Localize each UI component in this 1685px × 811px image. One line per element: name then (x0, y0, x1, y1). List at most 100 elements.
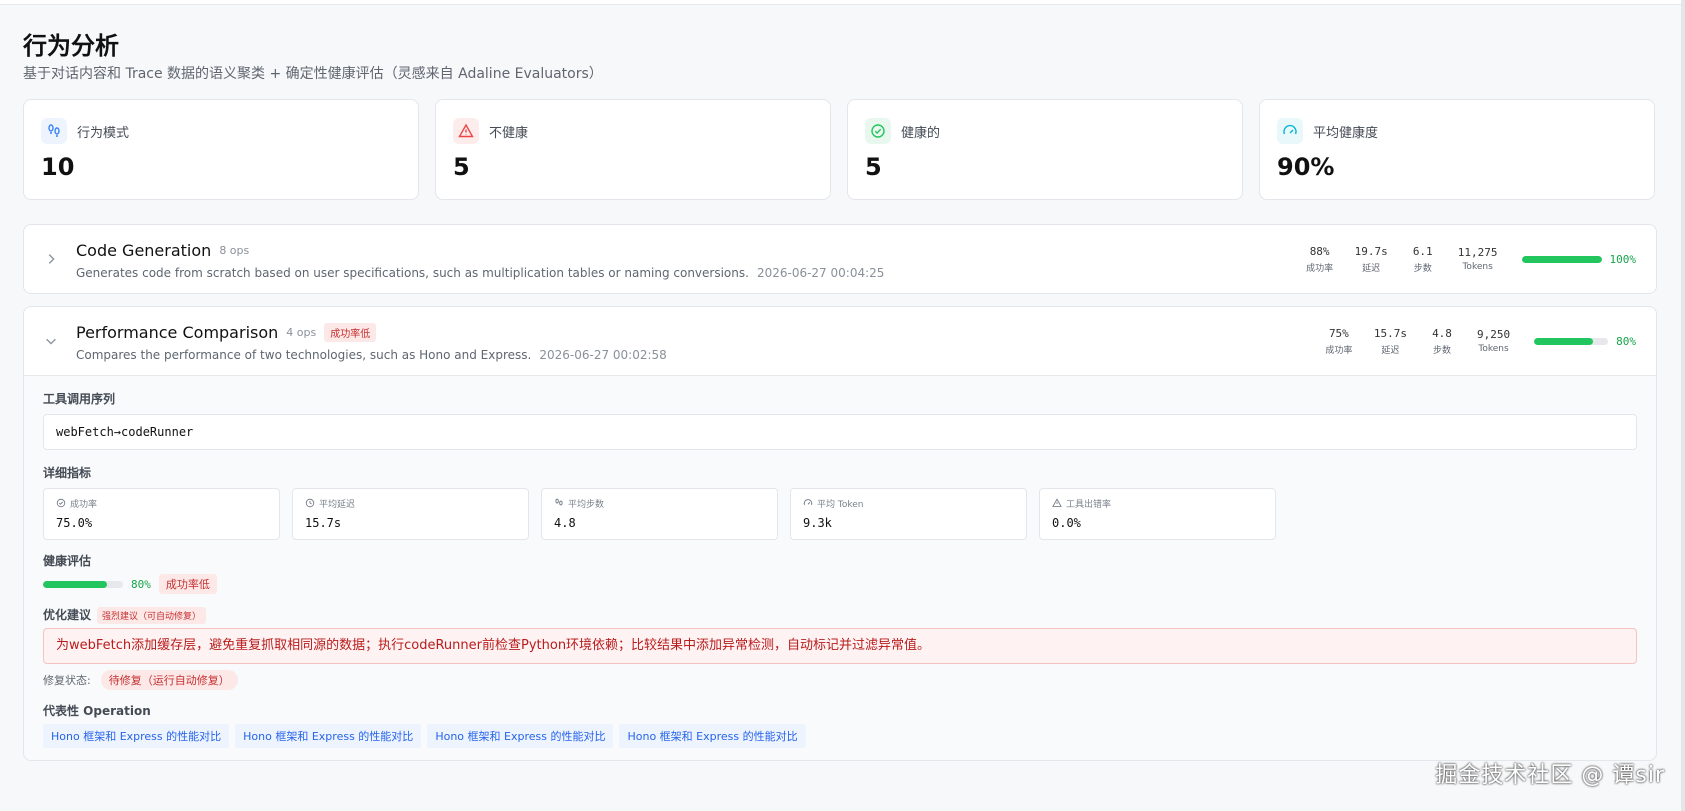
detail-metric: 平均 Token 9.3k (790, 488, 1027, 540)
detail-metric-value: 4.8 (554, 516, 576, 530)
health-bar (43, 580, 123, 588)
behavior-detail-panel: 工具调用序列 webFetch→codeRunner 详细指标 成功率 75.0… (24, 375, 1656, 760)
ops-count: 8 ops (219, 243, 250, 257)
stat-card-unhealthy: 不健康 5 (435, 99, 831, 200)
section-title: 工具调用序列 (43, 392, 116, 406)
behavior-card-header[interactable]: Code Generation 8 ops Generates code fro… (24, 225, 1656, 293)
section-title: 代表性 Operation (43, 704, 151, 718)
operation-link[interactable]: Hono 框架和 Express 的性能对比 (43, 724, 230, 748)
metric-value: 75% (1328, 326, 1349, 340)
health-bar (1521, 255, 1602, 263)
stat-label: 平均健康度 (1313, 125, 1379, 141)
fix-status-label: 修复状态: (43, 674, 91, 687)
detail-metric: 工具出错率 0.0% (1039, 488, 1276, 540)
chevron-down-icon[interactable] (44, 333, 60, 349)
operation-list: Hono 框架和 Express 的性能对比 Hono 框架和 Express … (43, 724, 1637, 748)
health-bar-fill (1521, 255, 1602, 263)
top-bar (0, 0, 1685, 5)
operation-link[interactable]: Hono 框架和 Express 的性能对比 (427, 724, 614, 748)
detail-metric-label: 平均 Token (817, 499, 864, 510)
metric-label: 步数 (1413, 263, 1432, 274)
warning-badge: 成功率低 (324, 322, 377, 342)
operation-link[interactable]: Hono 框架和 Express 的性能对比 (619, 724, 806, 748)
metric-value: 19.7s (1354, 244, 1388, 258)
detail-metric-value: 0.0% (1052, 516, 1081, 530)
timestamp: 2026-06-27 00:04:25 (756, 266, 885, 280)
metric-value: 6.1 (1412, 244, 1433, 258)
health-issue-badge: 成功率低 (158, 574, 217, 594)
detail-metric: 平均步数 4.8 (541, 488, 778, 540)
metric-value: 15.7s (1373, 326, 1407, 340)
health-bar-fill (43, 580, 107, 588)
behavior-card-code-generation: Code Generation 8 ops Generates code fro… (23, 224, 1657, 294)
stats-row: 行为模式 10 不健康 5 健康的 5 平均健康度 90% (23, 99, 1657, 200)
detail-metric-value: 15.7s (305, 516, 342, 530)
behavior-metrics: 88% 成功率 19.7s 延迟 6.1 步数 11,275 Tokens 100% (1305, 245, 1636, 274)
metric-value: 4.8 (1432, 326, 1452, 340)
recommendation-badge: 强烈建议（可自动修复） (97, 606, 207, 624)
detail-metric-label: 工具出错率 (1066, 499, 1112, 510)
footprints-icon (41, 118, 67, 144)
metric-label: 延迟 (1362, 263, 1381, 274)
metric-value: 88% (1309, 244, 1330, 258)
optimization-suggestion: 为webFetch添加缓存层，避免重复抓取相同源的数据；执行codeRunner… (43, 628, 1637, 664)
stat-label: 不健康 (489, 125, 529, 141)
auto-fix-button[interactable]: 待修复（运行自动修复） (100, 670, 238, 690)
tool-sequence: webFetch→codeRunner (43, 414, 1637, 450)
detail-metric: 成功率 75.0% (43, 488, 280, 540)
metric-label: 成功率 (1306, 263, 1334, 274)
stat-card-healthy: 健康的 5 (847, 99, 1243, 200)
behavior-metrics: 75% 成功率 15.7s 延迟 4.8 步数 9,250 Tokens 80% (1324, 327, 1636, 356)
detail-metrics-row: 成功率 75.0% 平均延迟 15.7s 平均步数 4.8 平均 Token 9… (43, 488, 1637, 540)
behavior-title: Performance Comparison (76, 322, 279, 342)
metric-label: 步数 (1432, 345, 1451, 356)
metric-label: 延迟 (1381, 345, 1400, 356)
page-subtitle: 基于对话内容和 Trace 数据的语义聚类 + 确定性健康评估（灵感来自 Ada… (23, 66, 603, 82)
stat-value: 90% (1277, 153, 1335, 181)
health-percent: 100% (1609, 252, 1637, 266)
check-circle-icon (56, 498, 66, 508)
clock-icon (305, 498, 315, 508)
health-bar (1534, 337, 1609, 345)
health-percent: 80% (1616, 334, 1636, 348)
health-bar-fill (1534, 337, 1594, 345)
stat-value: 5 (865, 153, 882, 181)
operation-link[interactable]: Hono 框架和 Express 的性能对比 (235, 724, 422, 748)
stat-label: 健康的 (901, 125, 941, 141)
stat-value: 5 (453, 153, 470, 181)
warning-triangle-icon (453, 118, 479, 144)
stat-label: 行为模式 (77, 125, 130, 141)
section-title: 详细指标 (43, 466, 92, 480)
detail-metric-label: 成功率 (70, 499, 98, 510)
stat-card-patterns: 行为模式 10 (23, 99, 419, 200)
page-title: 行为分析 (23, 32, 119, 60)
behavior-description: Generates code from scratch based on use… (76, 266, 749, 280)
section-title: 健康评估 (43, 554, 92, 568)
warning-triangle-icon (1052, 498, 1062, 507)
page: 行为分析 基于对话内容和 Trace 数据的语义聚类 + 确定性健康评估（灵感来… (23, 30, 1657, 761)
stat-card-avg-health: 平均健康度 90% (1259, 99, 1655, 200)
metric-label: Tokens (1462, 262, 1493, 272)
ops-count: 4 ops (286, 325, 317, 339)
scrollbar[interactable] (1681, 0, 1685, 811)
timestamp: 2026-06-27 00:02:58 (539, 348, 667, 362)
detail-metric: 平均延迟 15.7s (292, 488, 529, 540)
metric-label: Tokens (1478, 344, 1509, 354)
section-title: 优化建议 (43, 608, 92, 622)
stat-value: 10 (41, 153, 75, 181)
check-circle-icon (865, 118, 891, 144)
behavior-card-performance-comparison: Performance Comparison 4 ops 成功率低 Compar… (23, 306, 1657, 761)
behavior-title: Code Generation (76, 240, 212, 260)
footprints-icon (555, 498, 563, 506)
gauge-icon (803, 499, 813, 506)
behavior-description: Compares the performance of two technolo… (76, 348, 532, 362)
behavior-card-header[interactable]: Performance Comparison 4 ops 成功率低 Compar… (24, 307, 1656, 375)
detail-metric-value: 75.0% (56, 516, 93, 530)
chevron-right-icon[interactable] (44, 251, 60, 267)
health-assessment: 80% 成功率低 (43, 574, 1637, 594)
health-percent: 80% (131, 577, 151, 591)
watermark: 掘金技术社区 @ 谭sir (1435, 763, 1665, 788)
detail-metric-label: 平均步数 (568, 499, 605, 510)
metric-value: 11,275 (1457, 246, 1498, 259)
detail-metric-label: 平均延迟 (319, 499, 356, 510)
